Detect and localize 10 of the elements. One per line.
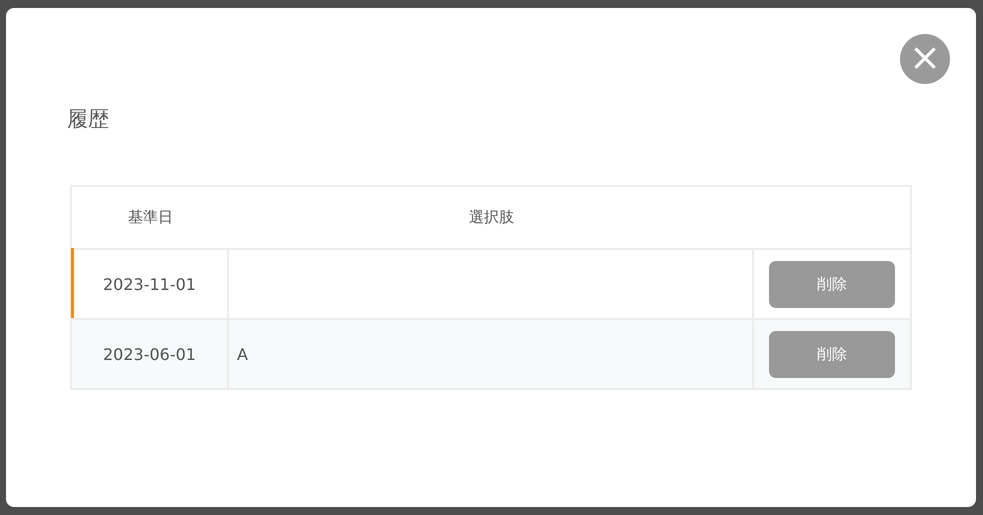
date-cell: 2023-06-01 <box>103 344 196 364</box>
table-row[interactable]: 2023-06-01 A 削除 <box>72 318 910 388</box>
dialog-title: 履歴 <box>67 106 110 133</box>
choice-cell: A <box>237 344 248 364</box>
delete-button[interactable]: 削除 <box>769 260 895 308</box>
delete-button[interactable]: 削除 <box>769 330 895 378</box>
column-header: 基準日 <box>128 208 173 227</box>
column-header: 選択肢 <box>469 208 514 227</box>
date-cell: 2023-11-01 <box>103 274 196 294</box>
close-button[interactable]: × <box>900 34 950 84</box>
